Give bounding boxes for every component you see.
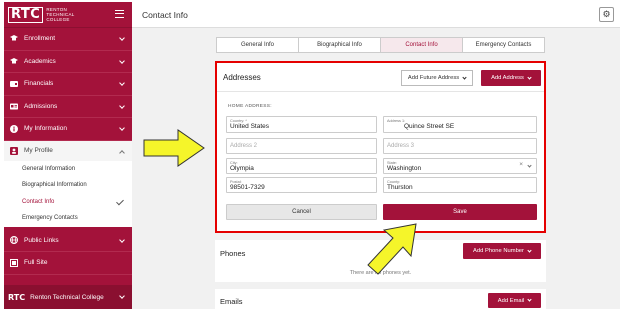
cancel-button[interactable]: Cancel (226, 204, 377, 220)
info-icon (10, 124, 18, 133)
my-profile-panel: My Profile General Information Biographi… (4, 140, 132, 227)
button-label: Add Phone Number (473, 248, 524, 254)
arrow-up-icon (367, 223, 417, 275)
chevron-up-icon (119, 149, 125, 156)
chevron-down-icon (119, 102, 125, 109)
sidebar-subitem-emergency-contacts[interactable]: Emergency Contacts (4, 210, 132, 227)
sidebar-item-financials[interactable]: Financials (4, 73, 132, 96)
field-value: Olympia (230, 165, 254, 172)
wallet-icon (10, 80, 18, 88)
graduation-cap-icon (10, 35, 18, 43)
profile-tabs: General Info Biographical Info Contact I… (216, 37, 545, 53)
addresses-card: Addresses Add Future Address Add Address… (215, 61, 546, 233)
sidebar-item-admissions[interactable]: Admissions (4, 96, 132, 118)
home-address-label: HOME ADDRESS: (228, 104, 272, 109)
sidebar-subitem-general-information[interactable]: General Information (4, 161, 132, 178)
sidebar-subitem-biographical-information[interactable]: Biographical Information (4, 177, 132, 194)
chevron-down-icon (119, 80, 125, 86)
tab-biographical-info[interactable]: Biographical Info (299, 38, 381, 52)
sidebar-item-label: My Information (24, 125, 67, 133)
field-label: Address 1: (387, 119, 406, 123)
logo-bar: RTC RENTON TECHNICAL COLLEGE (4, 2, 132, 28)
sidebar-item-label: Public Links (24, 236, 59, 244)
chevron-down-icon (119, 125, 125, 131)
address3-field[interactable]: Address 3 (383, 138, 537, 154)
tab-general-info[interactable]: General Info (217, 38, 299, 52)
top-bar: Contact Info ⚙ (132, 2, 620, 28)
country-select[interactable]: Country: * United States (226, 116, 377, 133)
divider (217, 91, 544, 92)
sidebar: RTC RENTON TECHNICAL COLLEGE Enrollment … (4, 2, 132, 309)
tab-emergency-contacts[interactable]: Emergency Contacts (463, 38, 544, 52)
sidebar-item-label: Admissions (24, 102, 58, 110)
field-value: Quince Street SE (404, 123, 455, 130)
save-button[interactable]: Save (383, 204, 537, 220)
chevron-down-icon (119, 293, 125, 299)
emails-title: Emails (220, 297, 243, 306)
button-label: Add Address (491, 75, 524, 81)
chevron-down-icon (119, 35, 125, 41)
field-placeholder: Address 2 (230, 143, 258, 149)
addresses-title: Addresses (223, 73, 261, 82)
add-address-button[interactable]: Add Address (481, 70, 541, 86)
chevron-down-icon (527, 74, 532, 80)
button-label: Add Future Address (407, 75, 460, 81)
address2-field[interactable]: Address 2 (226, 138, 377, 154)
gear-icon[interactable]: ⚙ (599, 7, 614, 22)
full-site-icon (10, 258, 18, 267)
college-logo[interactable]: RTC (8, 6, 44, 23)
footer-logo: RTC (8, 292, 26, 302)
postal-field[interactable]: Postal: 98501-7329 (226, 177, 377, 193)
globe-icon (10, 236, 18, 245)
sidebar-item-label: Enrollment (24, 35, 56, 43)
sidebar-item-label: Full Site (24, 259, 48, 267)
field-value: United States (230, 123, 270, 130)
sidebar-subitem-label: Contact Info (22, 198, 55, 205)
phones-title: Phones (220, 249, 246, 258)
sidebar-item-label: My Profile (24, 147, 53, 154)
chevron-down-icon[interactable] (527, 163, 532, 168)
page-title: Contact Info (142, 9, 188, 20)
add-future-address-button[interactable]: Add Future Address (401, 70, 473, 86)
arrow-right-icon (143, 129, 205, 167)
field-value: 98501-7329 (230, 184, 265, 191)
city-field[interactable]: City: Olympia (226, 158, 377, 174)
add-email-button[interactable]: Add Email (488, 293, 541, 308)
clear-icon[interactable]: × (519, 161, 523, 168)
state-select[interactable]: State: Washington × (383, 158, 537, 174)
chevron-down-icon (462, 74, 467, 80)
field-value: Washington (387, 165, 422, 172)
county-field[interactable]: County: Thurston (383, 177, 537, 193)
tab-contact-info[interactable]: Contact Info (381, 38, 463, 52)
user-box-icon (10, 146, 18, 155)
chevron-down-icon (119, 236, 125, 243)
sidebar-item-my-information[interactable]: My Information (4, 118, 132, 141)
button-label: Add Email (497, 297, 525, 304)
college-logo-subtitle: RENTON TECHNICAL COLLEGE (46, 7, 75, 22)
graduation-cap-icon (10, 57, 18, 65)
emails-card: Emails Add Email (215, 289, 546, 309)
sidebar-item-academics[interactable]: Academics (4, 51, 132, 73)
sidebar-subitem-contact-info[interactable]: Contact Info (4, 194, 132, 211)
hamburger-menu-icon[interactable] (115, 10, 124, 18)
sidebar-item-label: Academics (24, 57, 56, 65)
footer-college-name: Renton Technical College (30, 293, 104, 301)
add-phone-number-button[interactable]: Add Phone Number (463, 243, 541, 259)
sidebar-item-my-profile[interactable]: My Profile (4, 140, 132, 161)
sidebar-footer[interactable]: RTC Renton Technical College (4, 285, 132, 309)
field-placeholder: Address 3 (387, 143, 415, 149)
chevron-down-icon (119, 57, 125, 64)
sidebar-item-enrollment[interactable]: Enrollment (4, 28, 132, 51)
checkmark-icon (116, 197, 124, 205)
sidebar-item-label: Financials (24, 80, 54, 88)
sidebar-item-public-links[interactable]: Public Links (4, 230, 132, 252)
id-card-icon (10, 102, 18, 110)
address1-field[interactable]: Address 1: Quince Street SE (383, 116, 537, 133)
sidebar-item-full-site[interactable]: Full Site (4, 252, 132, 275)
field-value: Thurston (387, 184, 413, 191)
chevron-down-icon (527, 297, 532, 302)
chevron-down-icon (527, 247, 532, 253)
